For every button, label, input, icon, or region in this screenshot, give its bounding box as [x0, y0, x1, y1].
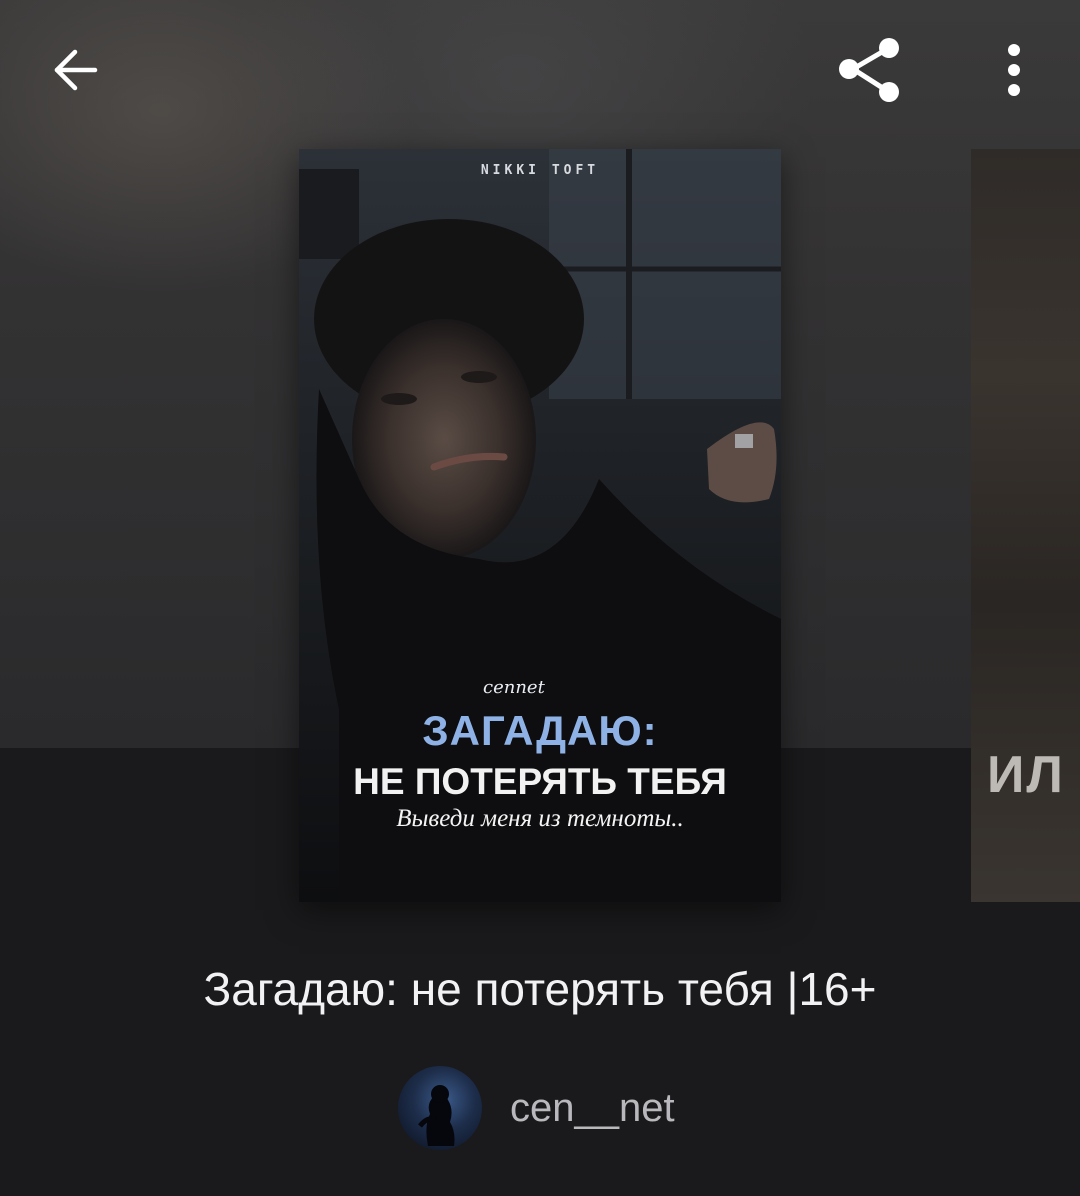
share-button[interactable] — [826, 30, 916, 110]
cover-author-label: NIKKI TOFT — [480, 163, 600, 178]
next-book-cover[interactable]: ИЛ — [971, 149, 1080, 902]
avatar — [398, 1066, 482, 1150]
more-options-button[interactable] — [984, 30, 1044, 110]
book-cover[interactable]: NIKKI TOFT cennet ЗАГАДАЮ: НЕ ПОТЕРЯТЬ Т… — [299, 149, 781, 902]
more-vertical-icon — [1008, 44, 1020, 96]
share-icon — [839, 38, 899, 102]
avatar-image — [418, 1085, 455, 1146]
cover-tagline: Выведи меня из темноты.. — [396, 805, 684, 832]
author-link[interactable]: cen__net — [398, 1066, 675, 1150]
back-button[interactable] — [36, 30, 116, 110]
cover-title-line-2: НЕ ПОТЕРЯТЬ ТЕБЯ — [353, 761, 727, 802]
cover-signature: cennet — [483, 677, 545, 698]
book-details-screen: NIKKI TOFT cennet ЗАГАДАЮ: НЕ ПОТЕРЯТЬ Т… — [0, 0, 1080, 1196]
next-cover-title: ИЛ — [987, 746, 1065, 804]
arrow-left-icon — [54, 49, 98, 91]
book-title: Загадаю: не потерять тебя |16+ — [203, 963, 877, 1015]
author-name: cen__net — [510, 1085, 675, 1130]
cover-title-line-1: ЗАГАДАЮ: — [422, 707, 658, 754]
